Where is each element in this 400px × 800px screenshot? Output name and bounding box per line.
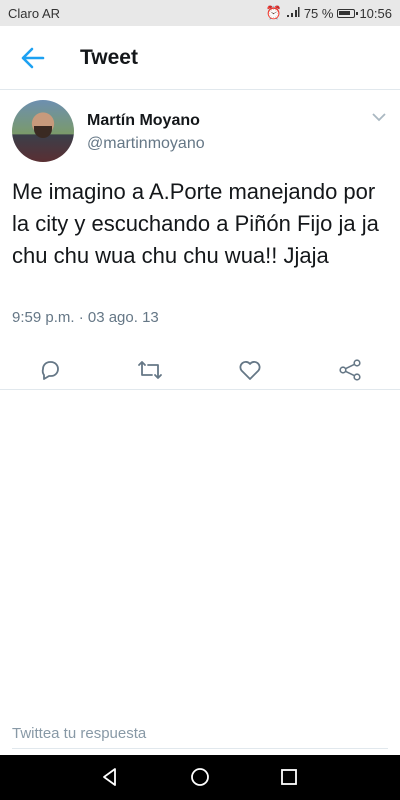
author-name[interactable]: Martín Moyano: [87, 112, 200, 130]
signal-icon: [286, 6, 300, 21]
reply-placeholder: Twittea tu respuesta: [12, 724, 147, 742]
avatar[interactable]: [12, 100, 74, 162]
system-nav-bar: [0, 755, 400, 800]
app-header: Tweet: [0, 26, 400, 90]
like-icon: [239, 361, 261, 380]
status-icons: ⏰ 75 % 10:56: [266, 5, 392, 21]
nav-home-button[interactable]: [188, 765, 212, 789]
status-bar: Claro AR ⏰ 75 % 10:56: [0, 0, 400, 26]
reply-button[interactable]: [36, 356, 64, 384]
carrier-label: Claro AR: [8, 5, 61, 21]
arrow-left-icon: [21, 47, 45, 68]
reply-input[interactable]: Twittea tu respuesta: [12, 718, 388, 749]
chevron-down-icon: [372, 112, 386, 121]
alarm-icon: ⏰: [265, 5, 282, 20]
square-recents-icon: [281, 769, 297, 785]
retweet-button[interactable]: [136, 356, 164, 384]
author-handle[interactable]: @martinmoyano: [87, 135, 205, 153]
tweet-timestamp: 9:59 p.m. · 03 ago. 13: [12, 309, 159, 326]
nav-recents-button[interactable]: [277, 765, 301, 789]
tweet-author: Martín Moyano @martinmoyano: [12, 100, 392, 164]
back-button[interactable]: [14, 39, 52, 77]
share-button[interactable]: [336, 356, 364, 384]
triangle-back-icon: [103, 768, 116, 786]
nav-back-button[interactable]: [98, 765, 122, 789]
tweet-actions: [0, 350, 400, 390]
tweet-menu-button[interactable]: [370, 110, 388, 124]
battery-percent: 75 %: [303, 5, 334, 21]
circle-home-icon: [191, 768, 209, 786]
reply-icon: [41, 361, 59, 380]
page-title: Tweet: [80, 45, 138, 69]
retweet-icon: [138, 361, 162, 379]
like-button[interactable]: [236, 356, 264, 384]
clock-time: 10:56: [359, 5, 392, 21]
battery-icon: [337, 8, 359, 18]
share-icon: [339, 359, 361, 381]
tweet-text: Me imagino a A.Porte manejando por la ci…: [12, 179, 379, 268]
